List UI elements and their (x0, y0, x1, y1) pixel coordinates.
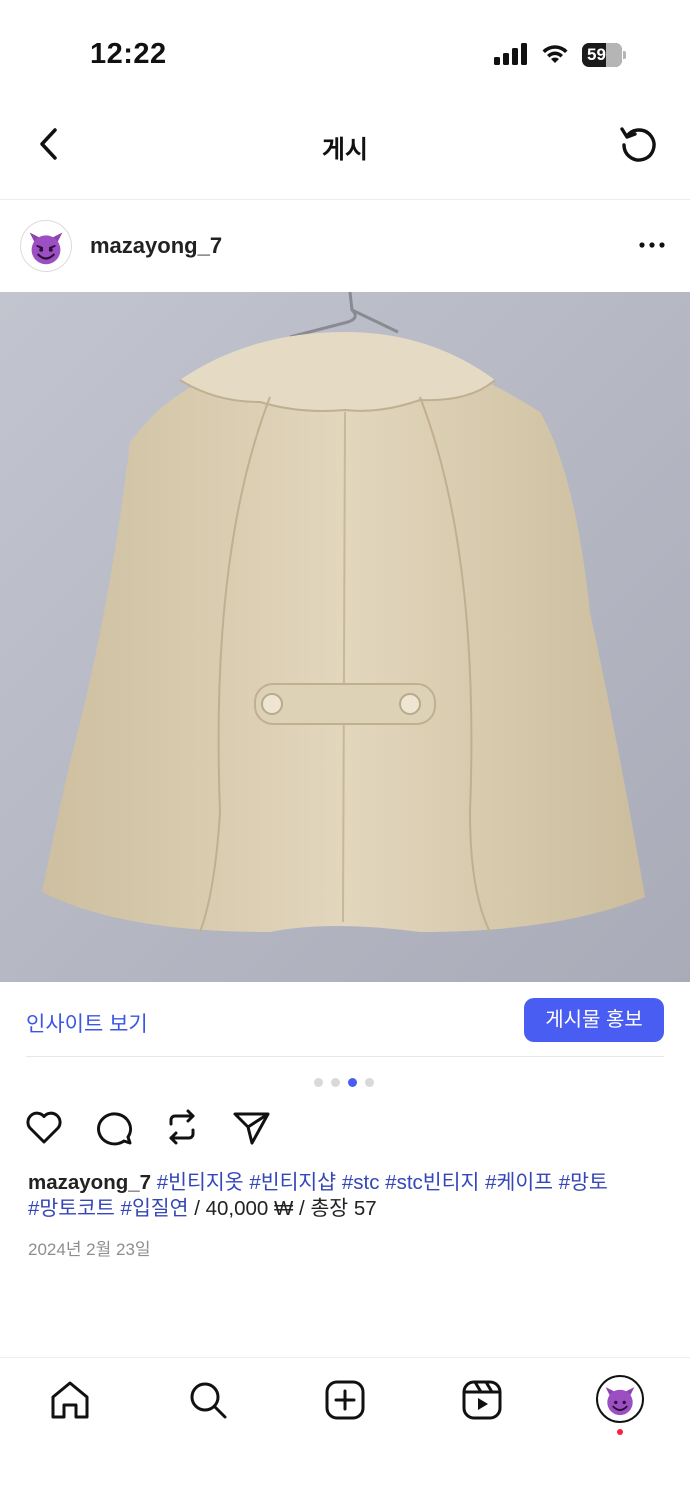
repost-icon[interactable] (160, 1105, 204, 1149)
profile-avatar[interactable] (596, 1375, 644, 1423)
comment-icon[interactable] (92, 1105, 136, 1149)
battery-icon: 59 (582, 43, 626, 67)
post-actions (0, 1105, 690, 1155)
carousel-dot-active (348, 1078, 357, 1087)
carousel-indicator (314, 1078, 376, 1088)
carousel-dot (331, 1078, 340, 1087)
reels-icon[interactable] (460, 1378, 504, 1422)
smiling-devil-emoji-icon (29, 232, 63, 265)
avatar[interactable] (20, 220, 72, 272)
caption-text: / 40,000 ₩ / 총장 57 (188, 1197, 377, 1220)
wifi-icon (542, 45, 568, 63)
signal-icon (494, 43, 527, 65)
post-photo[interactable] (0, 292, 690, 982)
home-icon[interactable] (48, 1378, 92, 1422)
hashtag[interactable]: #망토 (559, 1171, 608, 1194)
search-icon[interactable] (186, 1378, 230, 1422)
hashtag[interactable]: #빈티지샵 (249, 1171, 336, 1194)
divider (26, 1056, 664, 1057)
hashtag[interactable]: #stc빈티지 (385, 1171, 479, 1194)
smiling-devil-emoji-icon (605, 1387, 635, 1416)
post-username[interactable]: mazayong_7 (90, 233, 222, 259)
create-icon[interactable] (323, 1378, 367, 1422)
status-bar: 12:22 59 (0, 0, 690, 100)
view-insights-link[interactable]: 인사이트 보기 (26, 1008, 148, 1038)
promote-post-button[interactable]: 게시물 홍보 (524, 998, 664, 1042)
more-horizontal-icon[interactable] (634, 232, 670, 258)
hashtag[interactable]: #망토코트 (28, 1197, 115, 1220)
heart-icon[interactable] (22, 1105, 66, 1149)
hashtag[interactable]: #케이프 (485, 1171, 553, 1194)
carousel-dot (314, 1078, 323, 1087)
battery-level: 59 (587, 45, 606, 64)
carousel-dot (365, 1078, 374, 1087)
notification-dot (617, 1429, 623, 1435)
refresh-icon[interactable] (618, 124, 660, 166)
post-header: mazayong_7 (0, 200, 690, 292)
insights-row: 인사이트 보기 게시물 홍보 (0, 982, 690, 1057)
nav-header: 게시 (0, 100, 690, 200)
hashtag[interactable]: #stc (342, 1171, 380, 1194)
caption-username[interactable]: mazayong_7 (28, 1171, 151, 1194)
post-caption: mazayong_7 #빈티지옷 #빈티지샵 #stc #stc빈티지 #케이프… (28, 1170, 668, 1222)
share-icon[interactable] (230, 1105, 274, 1149)
hashtag[interactable]: #빈티지옷 (157, 1171, 244, 1194)
cape-coat-photo-icon (0, 292, 690, 982)
hashtag[interactable]: #입질연 (121, 1197, 189, 1220)
status-time: 12:22 (90, 38, 167, 70)
page-title: 게시 (321, 136, 368, 164)
post-date: 2024년 2월 23일 (28, 1240, 151, 1259)
bottom-tab-bar (0, 1357, 690, 1500)
